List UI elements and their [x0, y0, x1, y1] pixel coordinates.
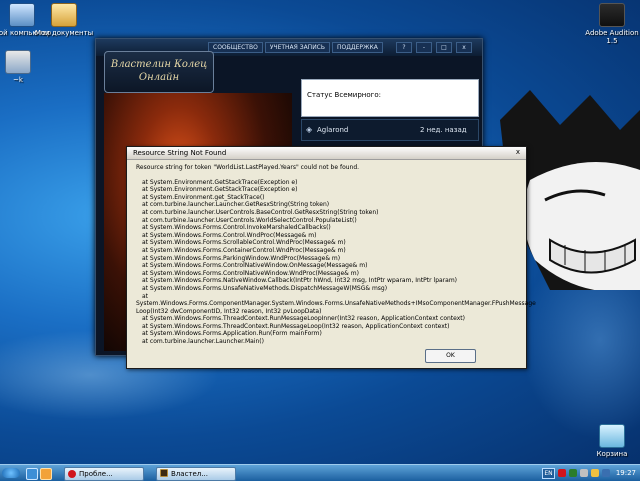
desktop-icon-recycle-bin[interactable]: Корзина: [580, 424, 640, 458]
launcher-close-button[interactable]: x: [456, 42, 472, 53]
stack-line: at System.Windows.Forms.Application.Run(…: [142, 330, 322, 338]
server-last-played: 2 нед. назад: [420, 126, 467, 134]
server-name: Aglarond: [317, 126, 349, 134]
ok-button[interactable]: OK: [425, 349, 476, 363]
stack-line: at System.Environment.get_StackTrace(): [142, 193, 265, 201]
taskbar-item-label: Властел...: [171, 470, 208, 478]
opera-tray-icon[interactable]: [558, 469, 566, 477]
stack-line: System.Windows.Forms.ComponentManager.Sy…: [136, 300, 536, 308]
nav-community-button[interactable]: СООБЩЕСТВО: [208, 42, 263, 53]
logo-line: Онлайн: [138, 72, 180, 83]
stack-line: at System.Windows.Forms.Control.WndProc(…: [142, 231, 317, 239]
taskbar-item-lotro[interactable]: Властел...: [156, 467, 236, 481]
explorer-icon[interactable]: [40, 468, 52, 480]
stack-line: at System.Windows.Forms.UnsafeNativeMeth…: [142, 284, 388, 292]
stack-line: at System.Windows.Forms.ParkingWindow.Wn…: [142, 254, 341, 262]
desktop-icon-my-documents[interactable]: Мои документы: [32, 3, 96, 37]
lotro-logo: Властелин Колец Онлайн: [104, 51, 214, 93]
desktop-icon-label: Мои документы: [34, 29, 94, 37]
stack-line: at System.Environment.GetStackTrace(Exce…: [142, 186, 298, 194]
stack-line: at com.turbine.launcher.UserControls.Bas…: [142, 208, 379, 216]
taskbar-item-label: Пробле...: [79, 470, 113, 478]
stack-line: at System.Windows.Forms.ContainerControl…: [142, 246, 346, 254]
dialog-close-button[interactable]: x: [513, 148, 523, 157]
stack-line: at com.turbine.launcher.Launcher.GetResx…: [142, 201, 330, 209]
desktop-icon-label: ~k: [13, 76, 23, 84]
logo-line: Властелин Колец: [110, 59, 208, 70]
dialog-title: Resource String Not Found: [133, 149, 227, 157]
error-message: Resource string for token "WorldList.Las…: [136, 164, 360, 171]
stack-line: Loop(Int32 dwComponentID, Int32 reason, …: [136, 307, 322, 315]
setup-icon: [5, 50, 31, 74]
stack-line: at com.turbine.launcher.Launcher.Main(): [142, 338, 264, 346]
update-tray-icon[interactable]: [602, 469, 610, 477]
stack-line: at System.Windows.Forms.ThreadContext.Ru…: [142, 315, 465, 323]
stack-line: at System.Windows.Forms.ControlNativeWin…: [142, 262, 368, 270]
server-row[interactable]: ◈ Aglarond 2 нед. назад: [301, 119, 479, 141]
system-tray: EN 19:27: [542, 467, 638, 479]
volume-tray-icon[interactable]: [580, 469, 588, 477]
stack-line: at System.Windows.Forms.Control.InvokeMa…: [142, 224, 331, 232]
launcher-help-button[interactable]: ?: [396, 42, 412, 53]
world-status-label: Статус Всемирного:: [307, 91, 381, 99]
launcher-nav: СООБЩЕСТВО УЧЕТНАЯ ЗАПИСЬ ПОДДЕРЖКА: [208, 42, 383, 53]
desktop-icon-label: Корзина: [596, 450, 628, 458]
stack-line: at System.Windows.Forms.ControlNativeWin…: [142, 269, 359, 277]
lotro-launcher-icon: [160, 469, 168, 477]
stack-line: at: [142, 292, 149, 300]
taskbar: Пробле... Властел... EN 19:27: [0, 464, 640, 481]
world-status-box: Статус Всемирного:: [301, 79, 479, 117]
nav-account-button[interactable]: УЧЕТНАЯ ЗАПИСЬ: [264, 42, 330, 53]
taskbar-clock[interactable]: 19:27: [616, 468, 636, 478]
opera-icon: [68, 470, 76, 478]
start-button[interactable]: [2, 468, 20, 478]
recycle-bin-icon: [599, 424, 625, 448]
taskbar-item-opera[interactable]: Пробле...: [64, 467, 144, 481]
server-diamond-icon: ◈: [306, 125, 313, 134]
network-tray-icon[interactable]: [569, 469, 577, 477]
dialog-title-bar[interactable]: Resource String Not Found x: [127, 147, 526, 160]
adobe-audition-icon: [599, 3, 625, 27]
stack-trace: at System.Environment.GetStackTrace(Exce…: [136, 178, 536, 346]
dialog-body: Resource string for token "WorldList.Las…: [136, 164, 536, 346]
language-indicator[interactable]: EN: [542, 468, 555, 479]
stack-line: at System.Windows.Forms.ScrollableContro…: [142, 239, 346, 247]
launcher-maximize-button[interactable]: □: [436, 42, 452, 53]
desktop-icon-adobe-audition[interactable]: Adobe Audition 1.5: [580, 3, 640, 45]
stack-line: at System.Environment.GetStackTrace(Exce…: [142, 178, 298, 186]
show-desktop-icon[interactable]: [26, 468, 38, 480]
stack-line: at System.Windows.Forms.NativeWindow.Cal…: [142, 277, 458, 285]
my-documents-icon: [51, 3, 77, 27]
stack-line: at System.Windows.Forms.ThreadContext.Ru…: [142, 322, 450, 330]
security-tray-icon[interactable]: [591, 469, 599, 477]
stack-line: at com.turbine.launcher.UserControls.Wor…: [142, 216, 357, 224]
desktop-icon-setup[interactable]: ~k: [0, 50, 50, 84]
launcher-minimize-button[interactable]: -: [416, 42, 432, 53]
nav-support-button[interactable]: ПОДДЕРЖКА: [332, 42, 383, 53]
desktop-icon-label: Adobe Audition 1.5: [585, 29, 639, 45]
resource-string-error-dialog: Resource String Not Found x Resource str…: [126, 146, 536, 369]
